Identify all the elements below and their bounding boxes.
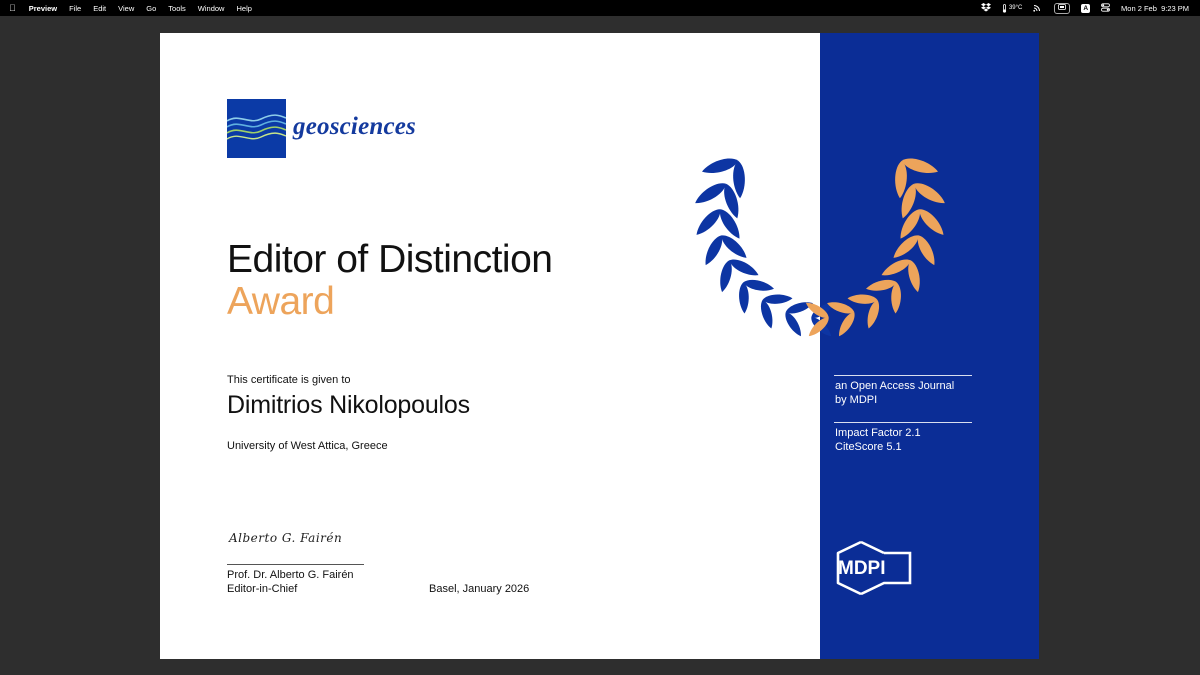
cast-icon[interactable] — [1033, 3, 1043, 14]
recipient-affiliation: University of West Attica, Greece — [227, 440, 388, 452]
dropbox-icon[interactable] — [980, 2, 991, 14]
laurel-wreath-icon — [692, 155, 948, 340]
temperature-icon[interactable]: 39°C — [1002, 3, 1023, 13]
right-laurel-leaf — [879, 255, 913, 280]
menu-file[interactable]: File — [69, 4, 81, 13]
right-laurel-leaf — [911, 179, 948, 208]
left-laurel-leaf — [762, 293, 793, 305]
journal-type-text: an Open Access Journal by MDPI — [835, 380, 954, 407]
right-laurel-leaf — [805, 314, 832, 340]
impact-factor: Impact Factor 2.1 — [835, 427, 921, 439]
signer-name: Prof. Dr. Alberto G. Fairén — [227, 569, 354, 581]
menubar-clock[interactable]: Mon 2 Feb 9:23 PM — [1121, 4, 1189, 13]
menu-app-preview[interactable]: Preview — [29, 4, 57, 13]
input-source-badge[interactable]: A — [1081, 3, 1091, 13]
journal-name: geosciences — [293, 113, 416, 140]
given-to-label: This certificate is given to — [227, 374, 351, 386]
left-laurel-leaf — [692, 205, 725, 239]
certificate-page: geosciences Editor of Distinction Award … — [160, 33, 1039, 659]
mdpi-logo-text: MDPI — [838, 558, 886, 579]
left-laurel-leaf — [718, 231, 750, 262]
control-center-icon[interactable] — [1101, 2, 1110, 14]
menu-window[interactable]: Window — [198, 4, 225, 13]
menu-go[interactable]: Go — [146, 4, 156, 13]
signer-role: Editor-in-Chief — [227, 583, 298, 595]
right-laurel-leaf — [915, 205, 948, 239]
journal-metrics: Impact Factor 2.1 CiteScore 5.1 — [835, 427, 921, 454]
panel-divider-top — [834, 375, 972, 376]
award-subtitle: Award — [227, 280, 335, 323]
geosciences-logo-icon — [227, 99, 286, 158]
right-laurel-leaf — [890, 231, 922, 262]
temperature-value: 39°C — [1008, 5, 1023, 11]
right-laurel-leaf — [890, 282, 902, 314]
mdpi-logo-icon: MDPI — [836, 540, 912, 595]
menu-view[interactable]: View — [118, 4, 134, 13]
place-date: Basel, January 2026 — [429, 583, 530, 595]
award-title: Editor of Distinction — [227, 238, 553, 281]
left-laurel-leaf — [738, 282, 750, 314]
left-laurel-leaf — [782, 309, 805, 339]
right-laurel-leaf — [847, 293, 878, 305]
panel-divider-bottom — [834, 422, 972, 423]
menu-edit[interactable]: Edit — [93, 4, 106, 13]
apple-menu-icon[interactable]:  — [9, 0, 16, 16]
menu-help[interactable]: Help — [236, 4, 251, 13]
recipient-name: Dimitrios Nikolopoulos — [227, 391, 470, 419]
journal-type-line2: by MDPI — [835, 393, 878, 406]
right-laurel-leaf — [835, 309, 858, 339]
menu-bar:  Preview File Edit View Go Tools Window… — [0, 0, 1200, 16]
left-laurel-leaf — [692, 179, 729, 208]
signature-line — [227, 564, 364, 565]
menu-tools[interactable]: Tools — [168, 4, 186, 13]
citescore: CiteScore 5.1 — [835, 440, 902, 453]
screen-mirroring-icon[interactable] — [1054, 2, 1071, 14]
handwritten-signature: Alberto G. Fairén — [229, 531, 343, 545]
left-laurel-leaf — [727, 255, 761, 280]
journal-type-line1: an Open Access Journal — [835, 380, 955, 392]
